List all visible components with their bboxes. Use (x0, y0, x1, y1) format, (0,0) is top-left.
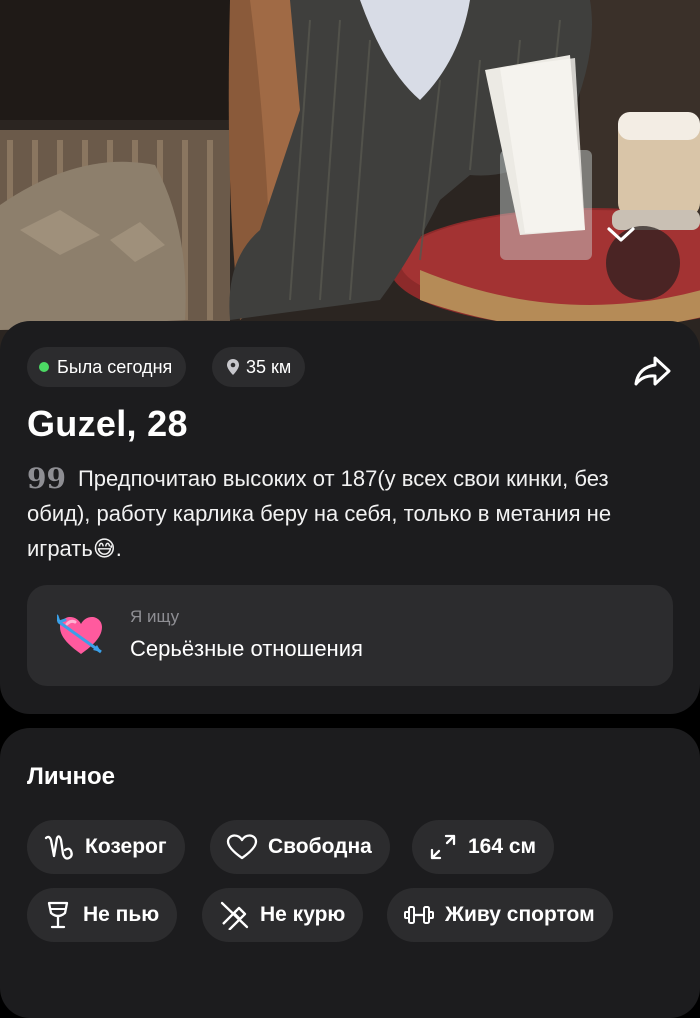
share-icon[interactable] (631, 351, 673, 391)
tag-label: Козерог (85, 835, 167, 858)
profile-card: Была сегодня 35 км Guzel, 28 99 Предпочит… (0, 321, 700, 714)
photo-illustration (0, 0, 700, 360)
chevron-down-icon (607, 227, 635, 242)
tag-drinking: Не пью (27, 888, 178, 942)
looking-for-box: Я ищу Серьёзные отношения (27, 585, 673, 686)
no-smoking-icon (220, 901, 249, 930)
profile-bio: 99 Предпочитаю высоких от 187(у всех свои… (27, 461, 677, 566)
online-status-text: Была сегодня (57, 356, 173, 377)
dumbbell-icon (404, 906, 434, 924)
expand-photo-button[interactable] (606, 226, 680, 300)
tag-label: Не курю (260, 903, 346, 926)
bio-text: Предпочитаю высоких от 187(у всех свои к… (27, 466, 612, 561)
heart-with-arrow-icon (57, 614, 102, 654)
tag-label: Живу спортом (445, 903, 595, 926)
tag-smoking: Не курю (202, 888, 364, 942)
wine-glass-icon (47, 901, 69, 929)
heart-icon (226, 834, 258, 860)
tag-label: Свободна (268, 835, 372, 858)
capricorn-icon (44, 835, 73, 860)
online-dot-icon (39, 362, 49, 372)
distance-text: 35 км (246, 356, 292, 377)
tag-label: 164 см (468, 835, 537, 858)
tag-zodiac: Козерог (27, 820, 185, 874)
tag-sport: Живу спортом (387, 888, 613, 942)
height-arrows-icon (430, 834, 456, 860)
tag-height: 164 см (412, 820, 555, 874)
online-status-chip: Была сегодня (27, 347, 187, 387)
looking-for-value: Серьёзные отношения (130, 636, 363, 661)
personal-info-card: Личное Козерог Свободна 164 см Не пью Не… (0, 728, 700, 1018)
profile-photo[interactable] (0, 0, 700, 360)
quote-icon: 99 (27, 462, 66, 495)
tag-relationship: Свободна (210, 820, 390, 874)
looking-for-caption: Я ищу (130, 607, 180, 626)
tag-label: Не пью (83, 903, 160, 926)
profile-name-age: Guzel, 28 (27, 403, 188, 444)
location-pin-icon (227, 359, 239, 375)
distance-chip: 35 км (212, 347, 306, 387)
personal-section-title: Личное (27, 763, 116, 790)
